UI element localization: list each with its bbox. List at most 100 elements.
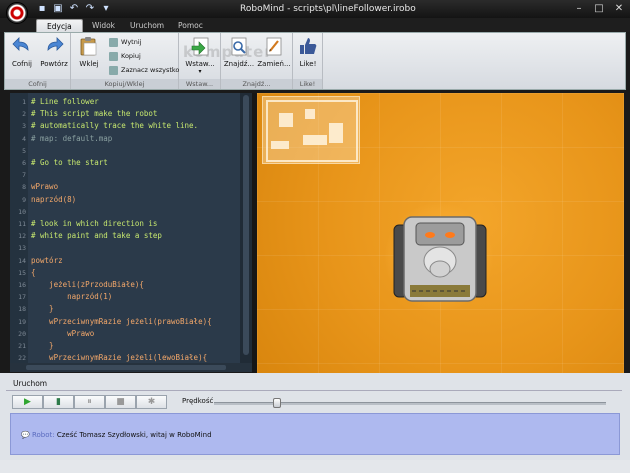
group-clipboard: Wklej komputer Wytnij Kopiuj Zaznacz wsz…: [71, 33, 272, 89]
code-line[interactable]: 17 naprzód(1): [10, 291, 250, 303]
app-menu-button[interactable]: [6, 2, 28, 24]
code-line[interactable]: 5: [10, 145, 250, 157]
message-text: Cześć Tomasz Szydłowski, witaj w RoboMin…: [56, 431, 212, 439]
reset-icon[interactable]: ✱: [136, 395, 167, 409]
code-text: # map: default.map: [31, 133, 113, 143]
code-line[interactable]: 4 # map: default.map: [10, 133, 250, 145]
line-number: 11: [18, 220, 26, 228]
code-line[interactable]: 8 wPrawo: [10, 181, 250, 193]
code-line[interactable]: 16 jeżeli(zPrzoduBiałe){: [10, 279, 250, 291]
line-number: 16: [18, 281, 26, 289]
code-text: wPrawo: [31, 328, 95, 338]
clipboard-icon: [78, 35, 100, 57]
line-number: 21: [18, 342, 26, 350]
window-title: RoboMind - scripts\pl\lineFollower.irobo: [240, 4, 416, 14]
title-bar: ▪ ▣ ↶ ↷ ▾ RoboMind - scripts\pl\lineFoll…: [0, 0, 630, 24]
open-icon[interactable]: ▣: [52, 3, 64, 15]
line-number: 10: [18, 207, 26, 216]
code-line[interactable]: 21 }: [10, 340, 250, 352]
tab-edycja[interactable]: Edycja: [36, 19, 83, 32]
copy-button[interactable]: Kopiuj: [109, 50, 141, 62]
robot-map-view[interactable]: [257, 93, 624, 373]
cut-button[interactable]: Wytnij: [109, 36, 141, 48]
group-label-like: Like!: [293, 79, 322, 89]
code-editor[interactable]: 1 # Line follower 2 # This script make the …: [10, 93, 250, 363]
code-text: jeżeli(zPrzoduBiałe){: [31, 280, 144, 289]
tab-uruchom[interactable]: Uruchom: [120, 19, 174, 32]
select-all-icon: [109, 65, 118, 75]
line-number: 22: [18, 354, 26, 363]
group-find: Znajdź... Zamień... Znajdź...: [221, 33, 293, 89]
redo-icon[interactable]: ↷: [84, 3, 96, 15]
redo-arrow-icon: [43, 35, 65, 57]
code-text: # white paint and take a step: [31, 231, 162, 241]
editor-horizontal-scrollbar[interactable]: [10, 363, 252, 372]
code-line[interactable]: 15 {: [10, 267, 250, 279]
editor-vertical-scrollbar[interactable]: [240, 93, 252, 363]
line-number: 3: [22, 122, 26, 131]
code-line[interactable]: 18 }: [10, 303, 250, 315]
play-icon[interactable]: ▶: [12, 395, 43, 409]
code-line[interactable]: 11 # look in which direction is: [10, 218, 250, 230]
step-icon[interactable]: ▮: [43, 395, 74, 409]
window-controls: – □ ✕: [572, 2, 626, 16]
code-line[interactable]: 6 # Go to the start: [10, 157, 250, 169]
pause-icon[interactable]: ⏸: [74, 395, 105, 409]
code-line[interactable]: 2 # This script make the robot: [10, 108, 250, 120]
line-number: 8: [22, 183, 26, 192]
dropdown-icon[interactable]: ▾: [100, 3, 112, 15]
line-number: 14: [18, 256, 26, 265]
code-line[interactable]: 7: [10, 169, 250, 181]
maximize-button[interactable]: □: [592, 2, 606, 16]
tab-pomoc[interactable]: Pomoc: [168, 19, 213, 32]
code-text: # automatically trace the white line.: [31, 121, 199, 131]
copy-icon: [109, 51, 118, 61]
stop-icon[interactable]: ■: [105, 395, 136, 409]
find-button[interactable]: Znajdź...: [223, 35, 255, 68]
code-line[interactable]: 19 wPrzeciwnymRazie jeżeli(prawoBiałe){: [10, 316, 250, 328]
code-line[interactable]: 20 wPrawo: [10, 328, 250, 340]
insert-button[interactable]: Wstaw... ▾: [183, 35, 217, 75]
run-panel-tab[interactable]: Uruchom: [13, 379, 47, 388]
robot-sprite: [393, 216, 487, 302]
code-line[interactable]: 9 naprzód(8): [10, 194, 250, 206]
speech-bubble-icon: 💬: [21, 431, 30, 439]
code-line[interactable]: 1 # Line follower: [10, 96, 250, 108]
group-undo: Cofnij Powtórz Cofnij: [5, 33, 71, 89]
message-sender: Robot:: [31, 431, 55, 439]
code-text: }: [31, 341, 54, 350]
select-all-button[interactable]: Zaznacz wszystko: [109, 64, 179, 76]
quick-access-toolbar: ▪ ▣ ↶ ↷ ▾: [36, 3, 112, 15]
code-line[interactable]: 10: [10, 206, 250, 218]
undo-icon[interactable]: ↶: [68, 3, 80, 15]
redo-button[interactable]: Powtórz: [39, 35, 69, 68]
code-text: }: [31, 304, 54, 314]
close-button[interactable]: ✕: [612, 2, 626, 16]
speed-slider-thumb[interactable]: [272, 398, 281, 408]
group-like: Like! Like!: [293, 33, 323, 89]
line-number: 6: [22, 159, 26, 167]
minimize-button[interactable]: –: [572, 2, 586, 16]
undo-button[interactable]: Cofnij: [9, 35, 35, 68]
like-button[interactable]: Like!: [295, 35, 321, 68]
save-icon[interactable]: ▪: [36, 3, 48, 15]
tab-widok[interactable]: Widok: [82, 19, 125, 32]
code-line[interactable]: 12 # white paint and take a step: [10, 230, 250, 242]
line-number: 4: [22, 134, 26, 143]
replace-button[interactable]: Zamień...: [257, 35, 291, 68]
group-label-find: Znajdź...: [221, 79, 292, 89]
line-number: 17: [18, 293, 26, 302]
code-line[interactable]: 14 powtórz: [10, 255, 250, 267]
run-controls: ▶ ▮ ⏸ ■ ✱: [12, 395, 167, 409]
line-number: 5: [22, 146, 26, 155]
scrollbar-thumb[interactable]: [243, 95, 249, 355]
minimap[interactable]: [262, 96, 360, 164]
scrollbar-thumb[interactable]: [26, 365, 226, 370]
paste-button[interactable]: Wklej: [77, 35, 101, 68]
group-label-insert: Wstaw...: [179, 79, 220, 89]
ribbon: Cofnij Powtórz Cofnij Wklej komputer Wyt…: [4, 32, 626, 90]
replace-icon: [263, 35, 285, 57]
code-line[interactable]: 22 wPrzeciwnymRazie jeżeli(lewoBiałe){: [10, 352, 250, 363]
code-line[interactable]: 13: [10, 242, 250, 254]
code-line[interactable]: 3 # automatically trace the white line.: [10, 120, 250, 132]
